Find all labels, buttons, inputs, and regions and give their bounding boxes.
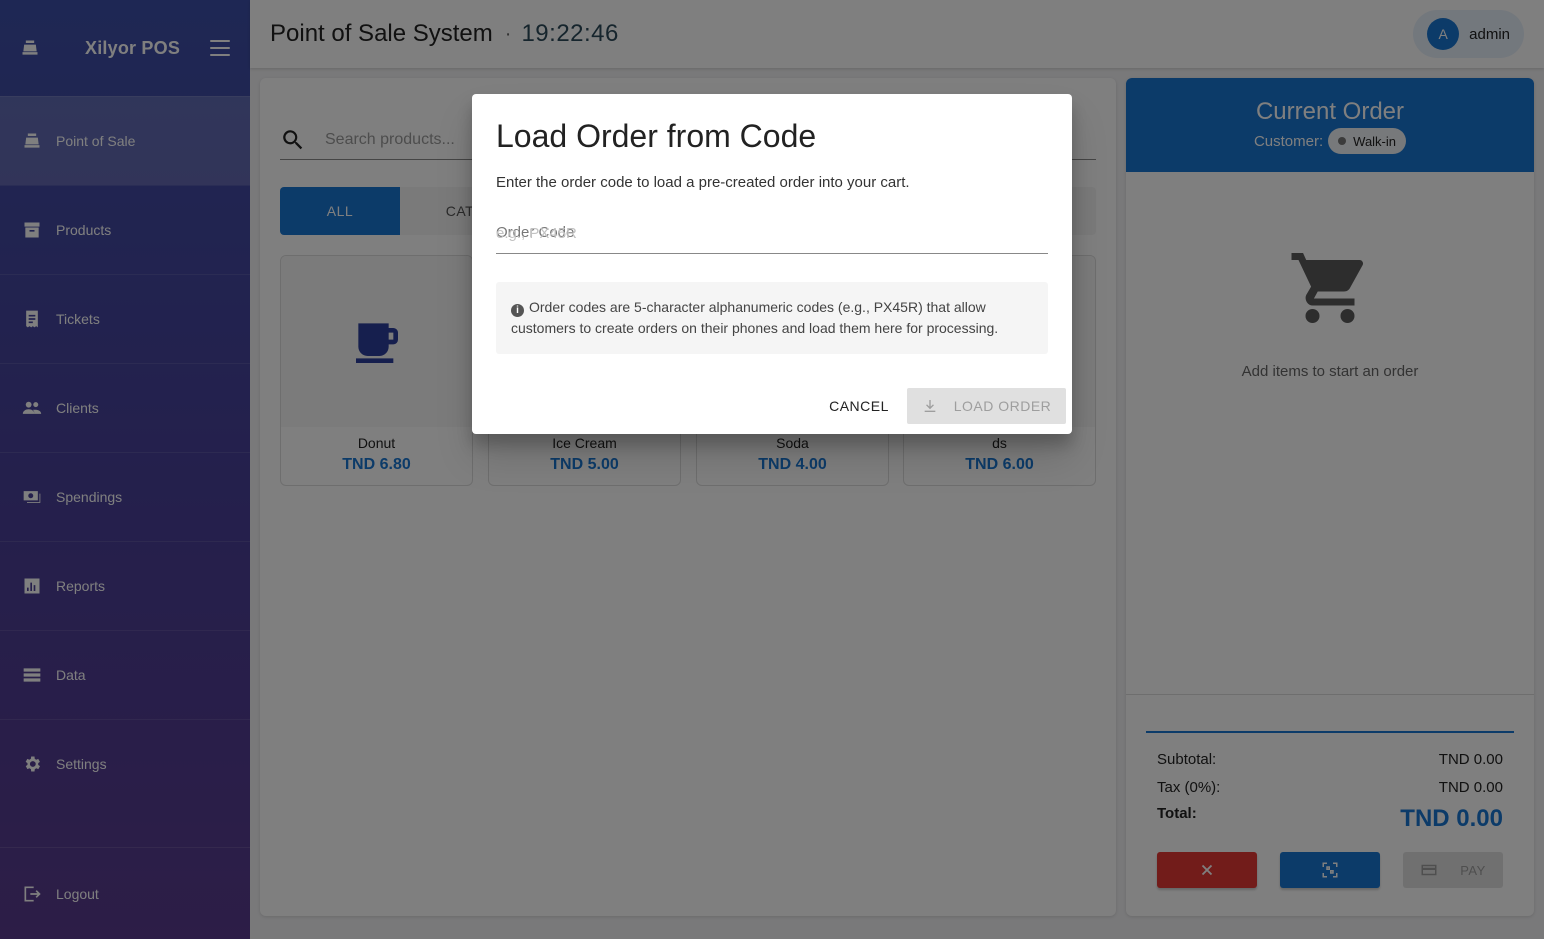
info-icon: i [511, 304, 524, 317]
load-order-label: LOAD ORDER [953, 398, 1052, 414]
info-text: Order codes are 5-character alphanumeric… [511, 299, 999, 336]
info-box: i Order codes are 5-character alphanumeri… [496, 282, 1048, 354]
load-order-button[interactable]: LOAD ORDER [907, 388, 1066, 424]
dialog-description: Enter the order code to load a pre-creat… [496, 174, 910, 191]
dialog-title: Load Order from Code [496, 118, 817, 154]
load-order-dialog: Load Order from Code Enter the order cod… [472, 94, 1072, 434]
order-code-input[interactable] [496, 218, 1048, 248]
order-code-field[interactable]: Order Code [496, 212, 1048, 254]
download-icon [924, 400, 936, 412]
cancel-button[interactable]: CANCEL [822, 388, 896, 424]
